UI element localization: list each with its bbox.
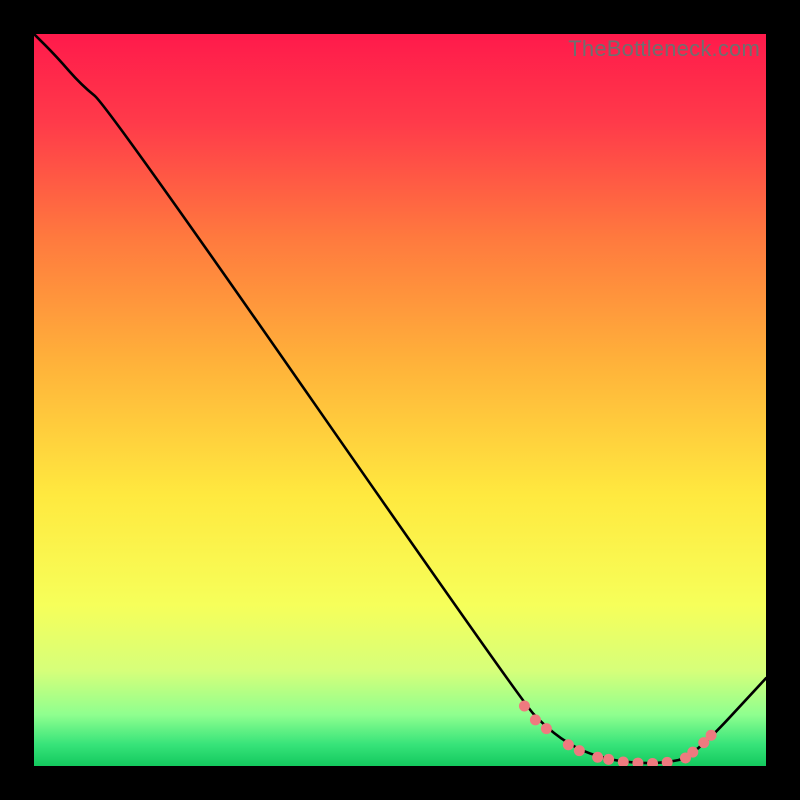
- data-marker: [687, 747, 698, 758]
- watermark-text: TheBottleneck.com: [568, 36, 760, 62]
- chart-svg: [34, 34, 766, 766]
- data-marker: [519, 700, 530, 711]
- gradient-background: [34, 34, 766, 766]
- data-marker: [563, 739, 574, 750]
- data-marker: [530, 714, 541, 725]
- data-marker: [706, 730, 717, 741]
- data-marker: [574, 745, 585, 756]
- data-marker: [592, 752, 603, 763]
- plot-area: [34, 34, 766, 766]
- data-marker: [541, 723, 552, 734]
- data-marker: [603, 754, 614, 765]
- chart-frame: TheBottleneck.com: [0, 0, 800, 800]
